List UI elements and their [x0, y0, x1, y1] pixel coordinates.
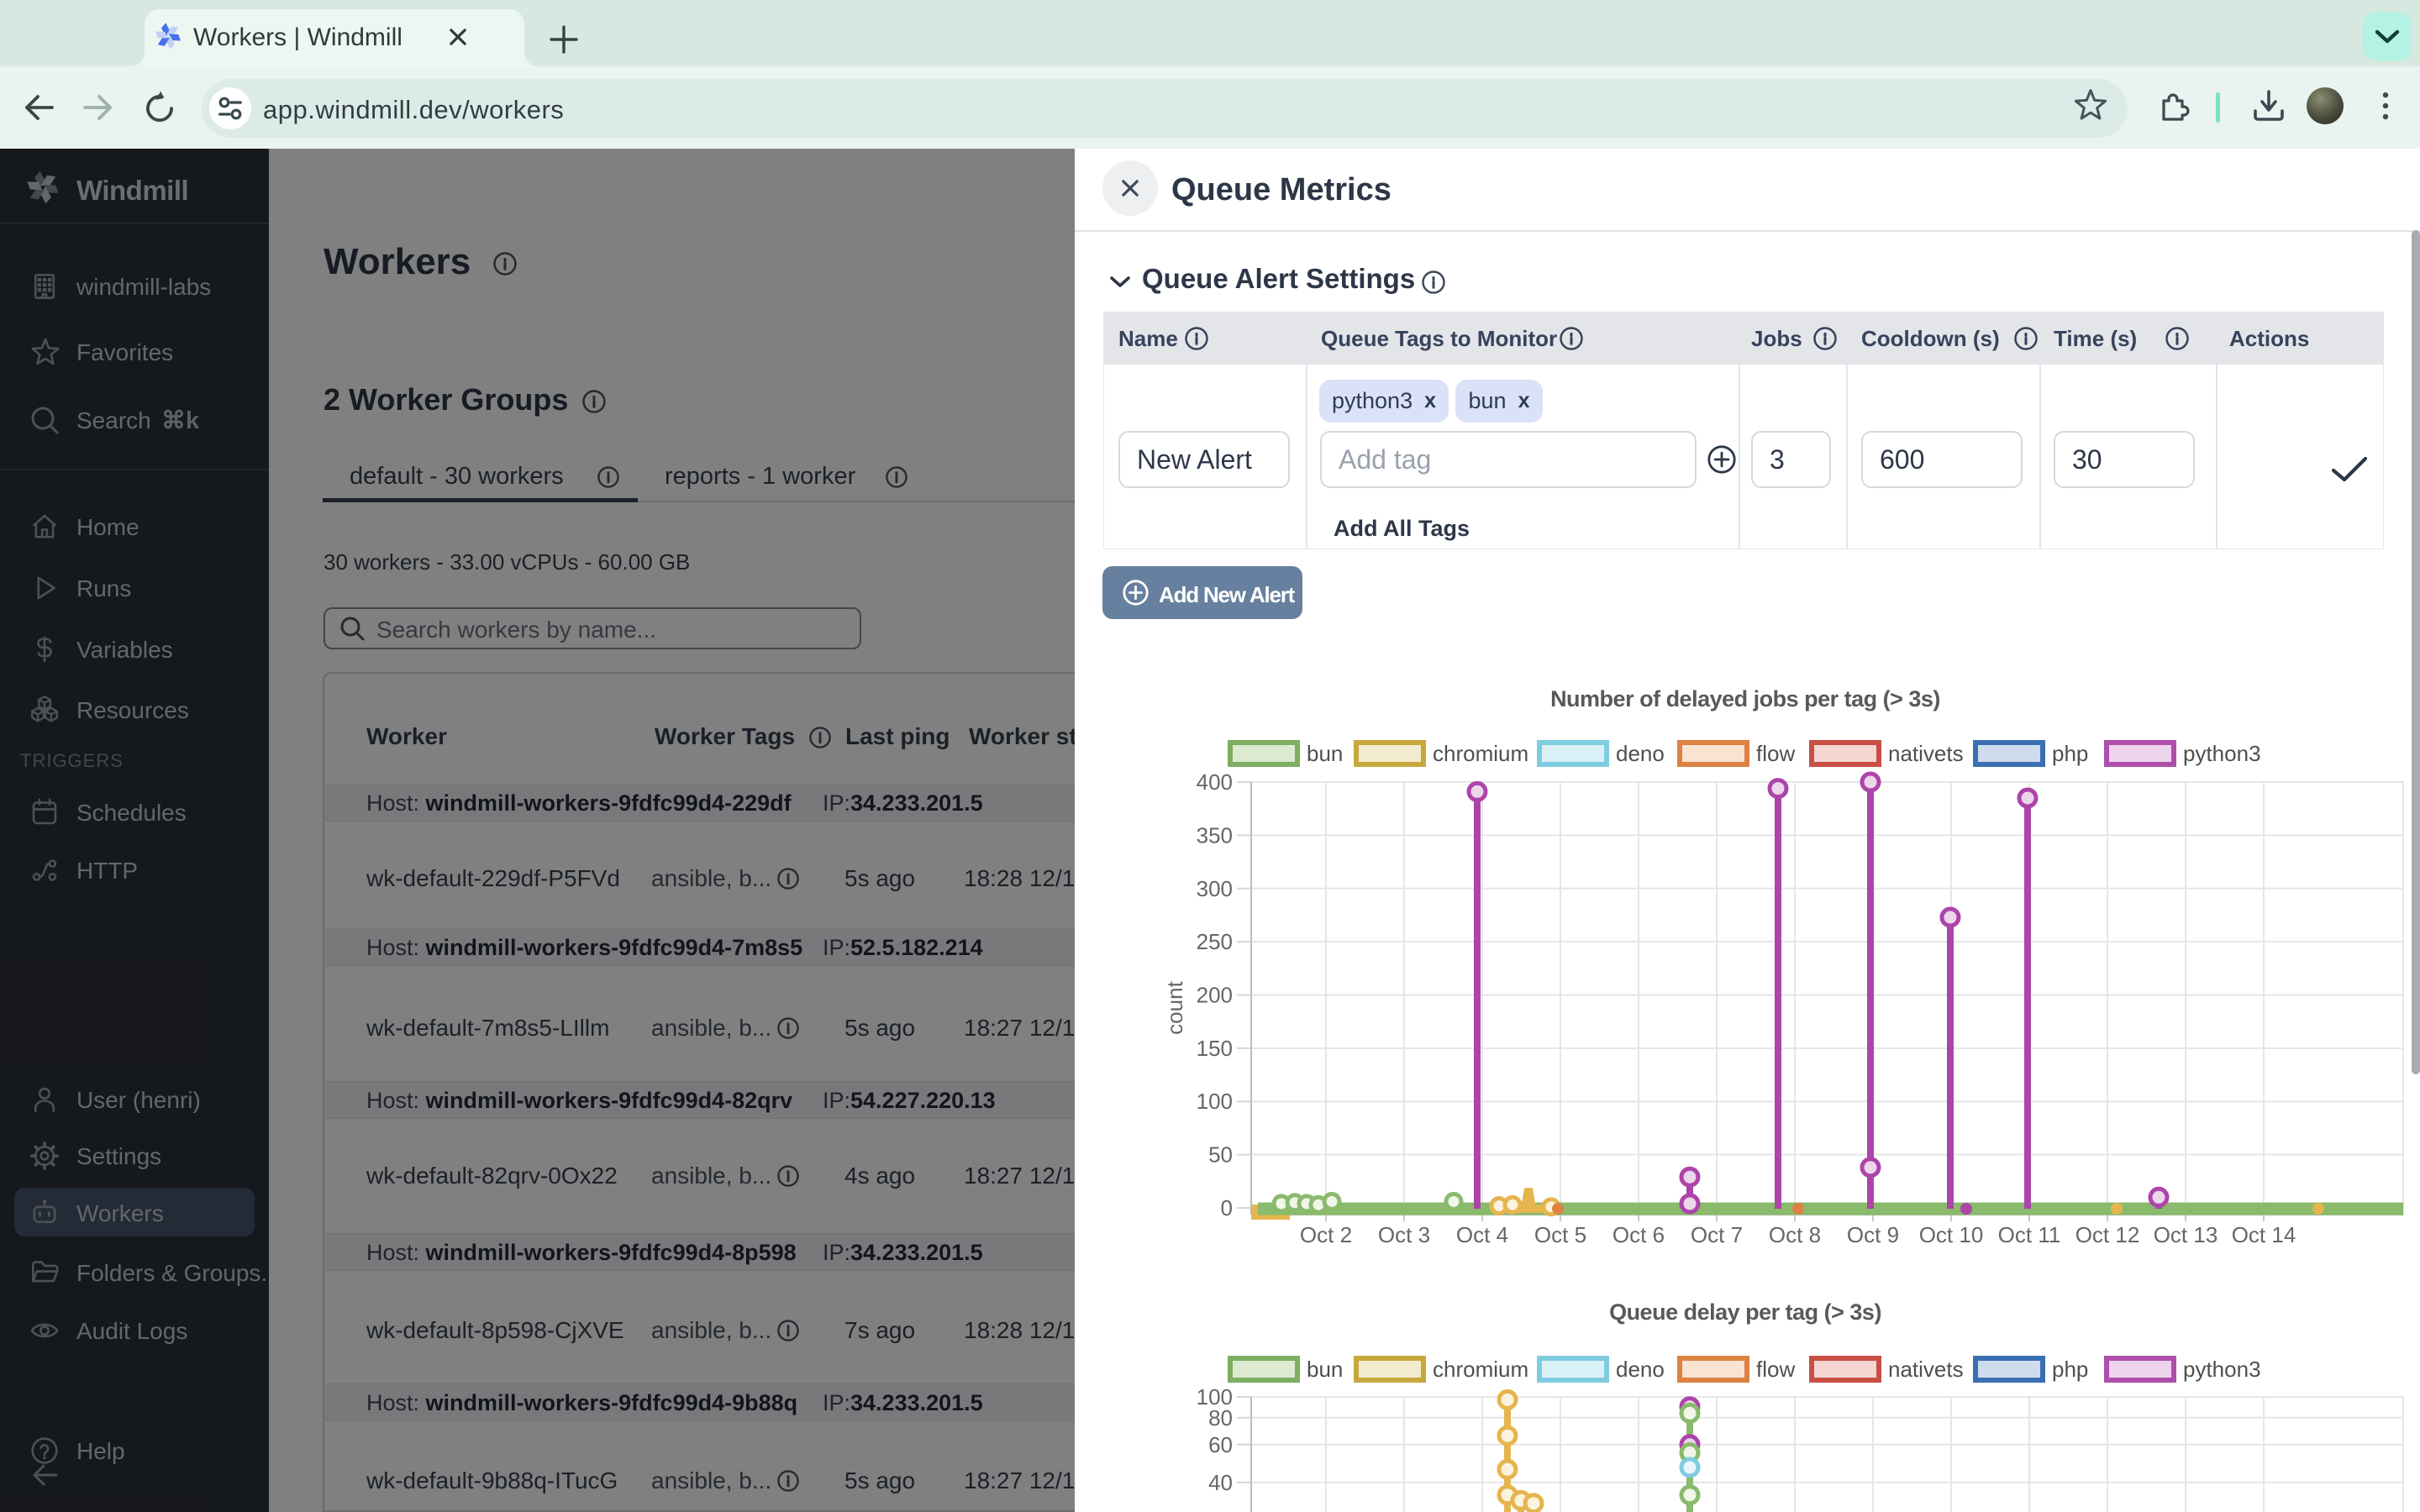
svg-text:Oct 11: Oct 11 [1998, 1222, 2061, 1247]
svg-text:80: 80 [1208, 1405, 1233, 1431]
svg-text:50: 50 [1208, 1142, 1233, 1168]
svg-text:python3: python3 [2183, 1357, 2261, 1382]
svg-text:Oct 3: Oct 3 [1378, 1222, 1430, 1247]
svg-text:deno: deno [1616, 1357, 1665, 1382]
svg-text:Number of delayed jobs per tag: Number of delayed jobs per tag (> 3s) [1550, 686, 1940, 711]
svg-text:250: 250 [1197, 929, 1233, 954]
svg-text:count: count [1162, 980, 1187, 1034]
svg-text:40: 40 [1208, 1470, 1233, 1495]
svg-text:60: 60 [1208, 1432, 1233, 1457]
svg-text:nativets: nativets [1888, 741, 1964, 766]
svg-text:Oct 2: Oct 2 [1300, 1222, 1352, 1247]
svg-text:Oct 14: Oct 14 [2232, 1222, 2296, 1247]
svg-text:deno: deno [1616, 741, 1665, 766]
svg-text:php: php [2052, 1357, 2088, 1382]
svg-text:200: 200 [1197, 983, 1233, 1008]
svg-text:150: 150 [1197, 1036, 1233, 1061]
svg-text:350: 350 [1197, 822, 1233, 848]
svg-text:Oct 12: Oct 12 [2075, 1222, 2140, 1247]
svg-text:Oct 7: Oct 7 [1691, 1222, 1743, 1247]
svg-text:Oct 6: Oct 6 [1612, 1222, 1665, 1247]
svg-text:bun: bun [1307, 1357, 1343, 1382]
svg-text:Oct 9: Oct 9 [1847, 1222, 1899, 1247]
svg-text:python3: python3 [2183, 741, 2261, 766]
svg-text:Oct 4: Oct 4 [1456, 1222, 1508, 1247]
svg-text:Oct 8: Oct 8 [1769, 1222, 1821, 1247]
svg-text:100: 100 [1197, 1089, 1233, 1114]
svg-text:Oct 13: Oct 13 [2154, 1222, 2218, 1247]
svg-text:0: 0 [1221, 1195, 1233, 1221]
svg-text:Oct 10: Oct 10 [1919, 1222, 1984, 1247]
svg-text:Queue delay per tag (> 3s): Queue delay per tag (> 3s) [1609, 1299, 1881, 1325]
svg-text:flow: flow [1756, 1357, 1795, 1382]
svg-text:nativets: nativets [1888, 1357, 1964, 1382]
svg-text:php: php [2052, 741, 2088, 766]
svg-text:bun: bun [1307, 741, 1343, 766]
svg-text:chromium: chromium [1433, 1357, 1528, 1382]
svg-text:400: 400 [1197, 769, 1233, 795]
svg-text:chromium: chromium [1433, 741, 1528, 766]
svg-text:Oct 5: Oct 5 [1534, 1222, 1586, 1247]
svg-text:flow: flow [1756, 741, 1795, 766]
svg-text:300: 300 [1197, 876, 1233, 901]
